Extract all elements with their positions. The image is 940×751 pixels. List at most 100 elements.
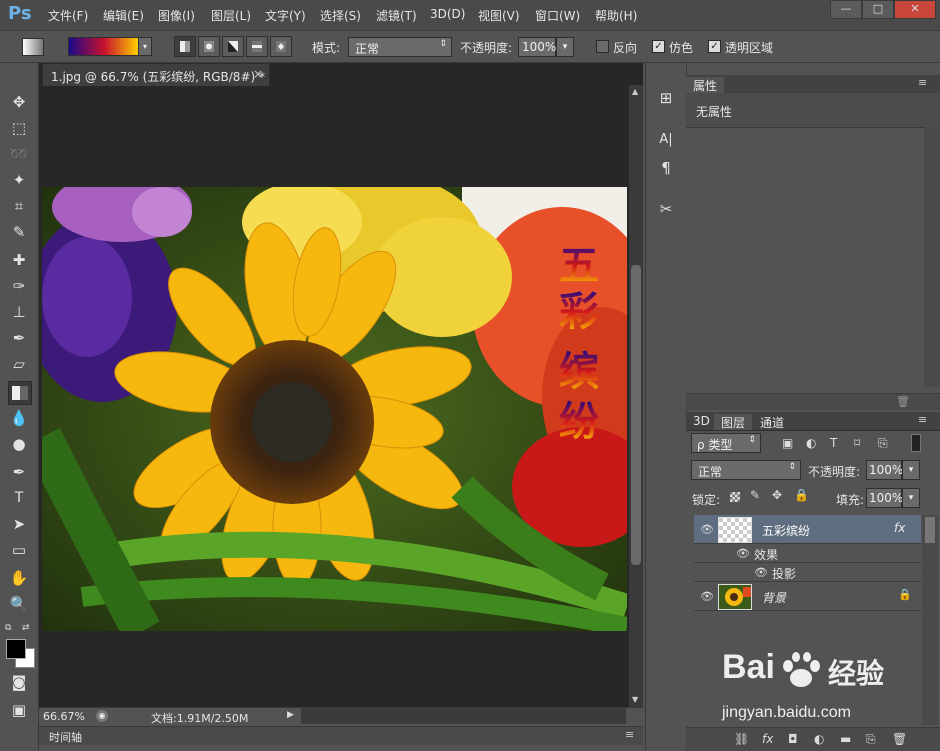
smart-object-filter-icon[interactable]: ⎘ bbox=[878, 436, 888, 451]
gradient-picker[interactable] bbox=[68, 37, 140, 56]
quick-mask-icon[interactable]: ◙ bbox=[8, 671, 30, 693]
menu-window[interactable]: 窗口(W) bbox=[535, 7, 580, 24]
tab-layers[interactable]: 图层 bbox=[714, 414, 753, 430]
lock-position-icon[interactable]: ✥ bbox=[772, 488, 782, 502]
scroll-down-icon[interactable]: ▼ bbox=[632, 695, 638, 704]
adjustment-filter-icon[interactable]: ◐ bbox=[806, 436, 816, 450]
lasso-tool-icon[interactable]: ➿ bbox=[8, 143, 30, 165]
menu-type[interactable]: 文字(Y) bbox=[265, 7, 306, 24]
layer-filter-dropdown[interactable]: ρ 类型 ⇕ bbox=[691, 433, 761, 453]
shape-filter-icon[interactable]: ⌑ bbox=[854, 436, 860, 450]
pen-tool-icon[interactable]: ✒ bbox=[8, 461, 30, 483]
lock-all-icon[interactable]: 🔒 bbox=[794, 488, 809, 502]
add-mask-icon[interactable]: ◘ bbox=[788, 732, 798, 746]
tab-properties[interactable]: 属性 bbox=[686, 77, 725, 93]
marquee-tool-icon[interactable]: ⬚ bbox=[8, 117, 30, 139]
type-filter-icon[interactable]: T bbox=[830, 436, 837, 450]
reflected-gradient-button[interactable] bbox=[246, 36, 268, 57]
path-selection-tool-icon[interactable]: ➤ bbox=[8, 513, 30, 535]
layer-effect-row[interactable]: 👁 投影 bbox=[694, 563, 921, 582]
dither-checkbox[interactable]: ✓ bbox=[652, 40, 665, 53]
magic-wand-tool-icon[interactable]: ✦ bbox=[8, 169, 30, 191]
panel-menu-icon[interactable]: ≡ bbox=[625, 728, 634, 741]
eraser-tool-icon[interactable]: ▱ bbox=[8, 353, 30, 375]
status-menu-arrow-icon[interactable]: ▶ bbox=[287, 710, 294, 720]
healing-brush-tool-icon[interactable]: ✚ bbox=[8, 249, 30, 271]
menu-3d[interactable]: 3D(D) bbox=[430, 7, 465, 21]
zoom-level[interactable]: 66.67% bbox=[43, 710, 85, 723]
radial-gradient-button[interactable] bbox=[198, 36, 220, 57]
trash-icon[interactable]: 🗑 bbox=[896, 395, 910, 408]
crop-tool-icon[interactable]: ⌗ bbox=[8, 195, 30, 217]
tool-presets-icon[interactable]: ✂ bbox=[655, 198, 677, 220]
eye-icon[interactable]: 👁 bbox=[700, 523, 714, 536]
eyedropper-tool-icon[interactable]: ✎ bbox=[8, 221, 30, 243]
document-tab[interactable]: 1.jpg @ 66.7% (五彩缤纷, RGB/8#) * × bbox=[42, 63, 270, 86]
menu-select[interactable]: 选择(S) bbox=[320, 7, 361, 24]
move-tool-icon[interactable]: ✥ bbox=[8, 91, 30, 113]
hand-tool-icon[interactable]: ✋ bbox=[8, 567, 30, 589]
default-colors-icon[interactable]: ⧉ bbox=[5, 623, 15, 633]
menu-layer[interactable]: 图层(L) bbox=[211, 7, 251, 24]
menu-image[interactable]: 图像(I) bbox=[158, 7, 195, 24]
tab-channels[interactable]: 通道 bbox=[753, 414, 791, 431]
pixel-filter-icon[interactable]: ▣ bbox=[782, 436, 793, 450]
linear-gradient-button[interactable] bbox=[174, 36, 196, 57]
minimize-button[interactable]: — bbox=[830, 0, 862, 19]
filter-toggle[interactable] bbox=[911, 434, 921, 452]
tab-3d[interactable]: 3D bbox=[686, 414, 717, 428]
mode-dropdown[interactable]: 正常 ⇕ bbox=[348, 37, 452, 57]
stamp-tool-icon[interactable]: ⊥ bbox=[8, 301, 30, 323]
vertical-scrollbar[interactable]: ▲ ▼ bbox=[629, 85, 643, 707]
angle-gradient-button[interactable] bbox=[222, 36, 244, 57]
layer-name[interactable]: 五彩缤纷 bbox=[762, 522, 810, 539]
new-adjustment-icon[interactable]: ◐ bbox=[814, 732, 824, 746]
menu-help[interactable]: 帮助(H) bbox=[595, 7, 637, 24]
timeline-panel[interactable]: 时间轴 ≡ bbox=[39, 726, 643, 745]
layer-opacity-field[interactable]: 100% bbox=[866, 460, 903, 480]
panel-menu-icon[interactable]: ≡ bbox=[918, 76, 927, 89]
menu-view[interactable]: 视图(V) bbox=[478, 7, 520, 24]
add-style-icon[interactable]: fx bbox=[762, 732, 773, 746]
fill-field[interactable]: 100% bbox=[866, 488, 903, 508]
menu-file[interactable]: 文件(F) bbox=[48, 7, 88, 24]
lock-transparent-icon[interactable] bbox=[730, 492, 740, 502]
blend-mode-dropdown[interactable]: 正常 ⇕ bbox=[691, 460, 801, 480]
trash-icon[interactable]: 🗑 bbox=[892, 732, 907, 746]
swap-colors-icon[interactable]: ⇄ bbox=[22, 623, 34, 633]
close-icon[interactable]: × bbox=[253, 67, 263, 81]
zoom-tool-icon[interactable]: 🔍 bbox=[8, 593, 30, 615]
close-button[interactable]: ✕ bbox=[894, 0, 936, 19]
lock-pixels-icon[interactable]: ✎ bbox=[750, 488, 760, 502]
link-layers-icon[interactable]: ⛓ bbox=[734, 732, 749, 746]
chevron-down-icon[interactable]: ▾ bbox=[902, 488, 920, 508]
info-icon[interactable]: ◉ bbox=[96, 710, 108, 722]
layer-row-text[interactable]: 👁 五彩缤纷 fx bbox=[694, 515, 921, 544]
layers-scroll-thumb[interactable] bbox=[925, 517, 935, 543]
canvas-image[interactable]: 五 彩 缤 纷 bbox=[42, 187, 627, 631]
screen-mode-icon[interactable]: ▣ bbox=[8, 699, 30, 721]
transparency-checkbox[interactable]: ✓ bbox=[708, 40, 721, 53]
blur-tool-icon[interactable]: 💧 bbox=[8, 407, 30, 429]
type-tool-icon[interactable]: T bbox=[8, 487, 30, 509]
chevron-down-icon[interactable]: ▾ bbox=[138, 37, 152, 56]
chevron-down-icon[interactable]: ▾ bbox=[902, 460, 920, 480]
history-panel-icon[interactable]: ⊞ bbox=[655, 87, 677, 109]
character-panel-icon[interactable]: A| bbox=[655, 129, 677, 151]
horizontal-scrollbar[interactable] bbox=[301, 708, 777, 724]
gradient-tool-icon[interactable] bbox=[8, 381, 32, 405]
history-brush-tool-icon[interactable]: ✒ bbox=[8, 327, 30, 349]
layer-effects-row[interactable]: 👁 效果 bbox=[694, 544, 921, 563]
brush-tool-icon[interactable]: ✑ bbox=[8, 275, 30, 297]
rectangle-tool-icon[interactable]: ▭ bbox=[8, 539, 30, 561]
new-group-icon[interactable]: ▬ bbox=[840, 732, 851, 746]
scroll-up-icon[interactable]: ▲ bbox=[632, 87, 638, 96]
dodge-tool-icon[interactable]: ● bbox=[8, 433, 30, 455]
gradient-tool-icon[interactable] bbox=[22, 38, 44, 56]
new-layer-icon[interactable]: ⎘ bbox=[866, 732, 876, 747]
layer-name[interactable]: 背景 bbox=[762, 589, 786, 606]
foreground-color-swatch[interactable] bbox=[6, 639, 26, 659]
diamond-gradient-button[interactable] bbox=[270, 36, 292, 57]
panel-menu-icon[interactable]: ≡ bbox=[918, 413, 927, 426]
menu-filter[interactable]: 滤镜(T) bbox=[376, 7, 417, 24]
